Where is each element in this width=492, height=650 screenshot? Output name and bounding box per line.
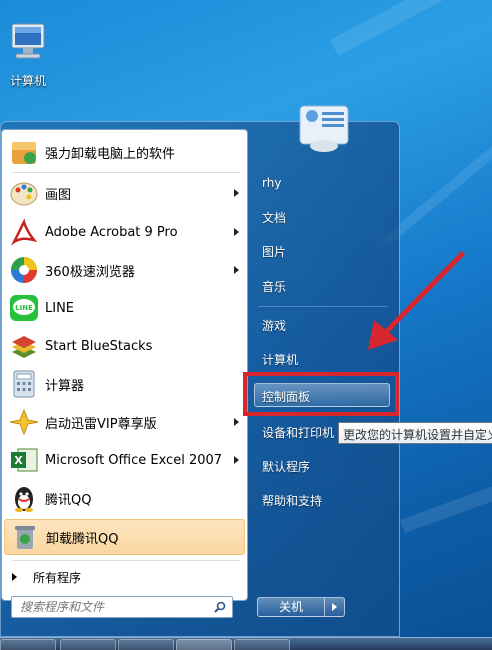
- taskbar: [0, 637, 492, 650]
- acrobat-icon: [8, 216, 40, 248]
- calculator-icon: [8, 368, 40, 400]
- svg-text:X: X: [14, 454, 23, 467]
- program-item-highlighted[interactable]: 卸载腾讯QQ: [4, 519, 245, 555]
- submenu-arrow-icon: [234, 456, 239, 464]
- tooltip: 更改您的计算机设置并自定义: [338, 422, 492, 444]
- computer-icon: [8, 22, 48, 66]
- annotation-arrow-icon: [368, 251, 465, 350]
- submenu-arrow-icon: [234, 228, 239, 236]
- submenu-arrow-icon: [234, 418, 239, 426]
- program-label: Start BlueStacks: [45, 338, 153, 354]
- submenu-arrow-icon: [234, 266, 239, 274]
- program-item[interactable]: LINE LINE: [4, 290, 245, 326]
- program-item[interactable]: 360极速浏览器: [4, 252, 245, 288]
- separator: [12, 560, 240, 561]
- wallpaper-streak: [400, 465, 492, 534]
- separator: [12, 172, 240, 173]
- all-programs-button[interactable]: 所有程序: [8, 567, 81, 587]
- program-item[interactable]: X Microsoft Office Excel 2007: [4, 442, 245, 478]
- programs-pane: 强力卸载电脑上的软件 画图 Adobe Acrobat 9 Pro 360极速浏…: [1, 129, 248, 601]
- program-item[interactable]: 启动迅雷VIP尊享版: [4, 404, 245, 440]
- program-label: Adobe Acrobat 9 Pro: [45, 224, 178, 240]
- svg-text:LINE: LINE: [15, 304, 33, 312]
- right-item-user[interactable]: rhy: [262, 176, 281, 190]
- shutdown-button[interactable]: 关机: [257, 597, 325, 617]
- right-item-documents[interactable]: 文档: [262, 209, 286, 226]
- right-item-default-programs[interactable]: 默认程序: [262, 458, 310, 475]
- uninstaller-icon: [8, 136, 40, 168]
- taskbar-button[interactable]: [60, 639, 116, 650]
- program-label: 腾讯QQ: [45, 492, 92, 508]
- qq-icon: [8, 482, 40, 514]
- bluestacks-icon: [8, 330, 40, 362]
- program-label: Microsoft Office Excel 2007: [45, 452, 223, 468]
- line-icon: LINE: [8, 292, 40, 324]
- program-label: 画图: [45, 187, 72, 203]
- 360-browser-icon: [8, 254, 40, 286]
- wallpaper-streak: [330, 0, 492, 56]
- all-programs-label: 所有程序: [33, 570, 82, 585]
- right-item-pictures[interactable]: 图片: [262, 243, 286, 260]
- search-box[interactable]: [11, 596, 233, 618]
- program-label: LINE: [45, 300, 75, 316]
- right-item-help-support[interactable]: 帮助和支持: [262, 492, 322, 509]
- program-label: 计算器: [45, 378, 85, 394]
- right-item-games[interactable]: 游戏: [262, 317, 286, 334]
- taskbar-button-active[interactable]: [176, 639, 232, 650]
- highlight-box: [243, 372, 399, 416]
- taskbar-button[interactable]: [234, 639, 290, 650]
- right-item-computer[interactable]: 计算机: [262, 351, 298, 368]
- thunder-icon: [8, 406, 40, 438]
- shutdown-options-button[interactable]: [325, 597, 345, 617]
- program-item[interactable]: 计算器: [4, 366, 245, 402]
- program-label: 强力卸载电脑上的软件: [45, 146, 176, 162]
- program-item[interactable]: 画图: [4, 175, 245, 211]
- search-icon[interactable]: [214, 601, 226, 613]
- submenu-arrow-icon: [234, 189, 239, 197]
- user-picture[interactable]: [296, 104, 352, 154]
- uninstall-qq-icon: [9, 521, 41, 553]
- start-orb[interactable]: [0, 639, 56, 650]
- program-item[interactable]: 腾讯QQ: [4, 480, 245, 516]
- desktop-icon-label: 计算机: [9, 74, 46, 88]
- right-item-music[interactable]: 音乐: [262, 278, 286, 295]
- program-item[interactable]: Adobe Acrobat 9 Pro: [4, 214, 245, 250]
- program-label: 360极速浏览器: [45, 264, 135, 280]
- search-input[interactable]: [20, 600, 208, 614]
- program-label: 卸载腾讯QQ: [46, 531, 119, 547]
- arrow-right-icon: [12, 573, 17, 581]
- program-item[interactable]: 强力卸载电脑上的软件: [4, 134, 245, 170]
- excel-icon: X: [8, 444, 40, 476]
- program-label: 启动迅雷VIP尊享版: [45, 416, 157, 432]
- right-item-devices-printers[interactable]: 设备和打印机: [262, 424, 334, 441]
- desktop-icon-computer[interactable]: 计算机: [2, 22, 54, 89]
- paint-icon: [8, 177, 40, 209]
- taskbar-button[interactable]: [118, 639, 174, 650]
- program-item[interactable]: Start BlueStacks: [4, 328, 245, 364]
